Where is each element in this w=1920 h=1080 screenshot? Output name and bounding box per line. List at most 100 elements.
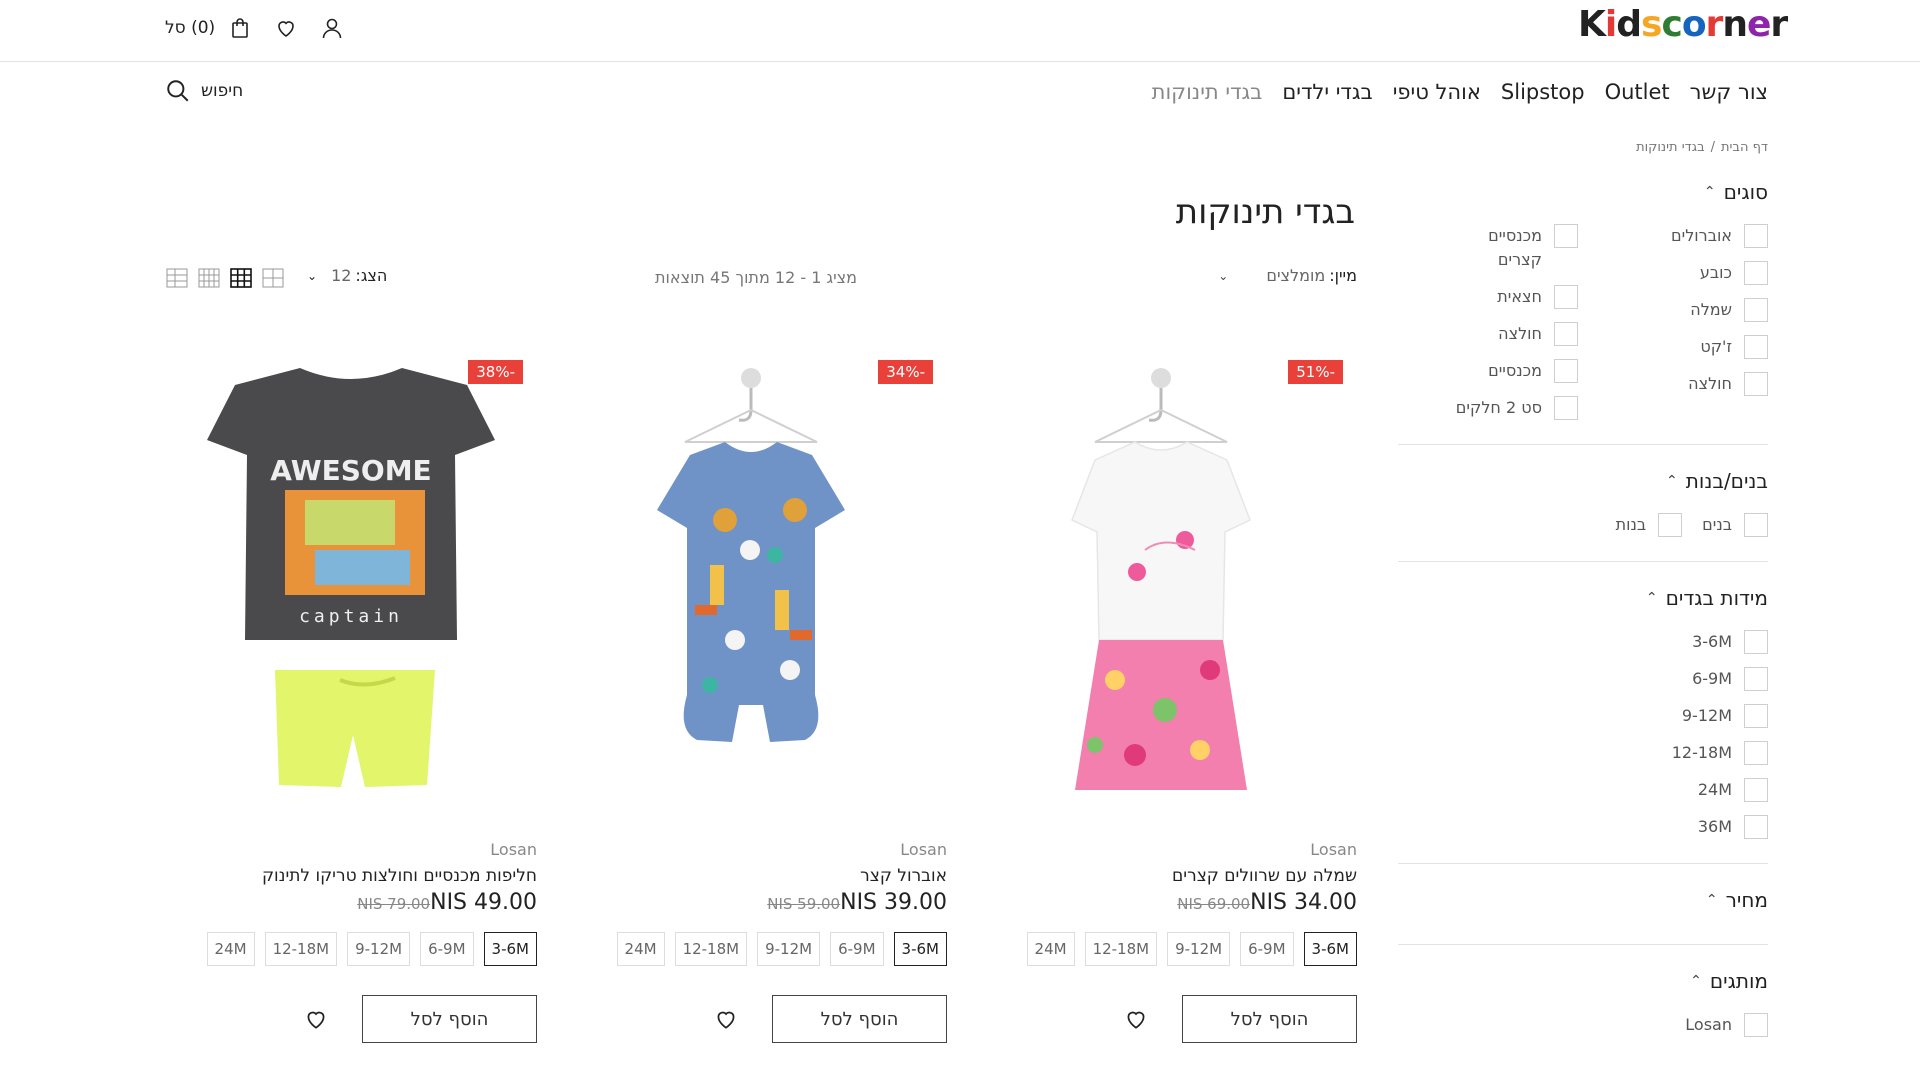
add-to-cart-button[interactable]: הוסף לסל [1182,995,1357,1043]
filter-option-label: 3-6M [1692,632,1732,651]
size-chip[interactable]: 24M [616,932,665,966]
filter-checkbox[interactable] [1744,741,1768,765]
filter-option[interactable]: אוברולים [1578,224,1768,248]
filter-option[interactable]: מכנסיים [1398,359,1578,383]
wishlist-heart-icon[interactable] [713,1006,739,1032]
filter-option[interactable]: 24M [1398,778,1768,802]
heart-icon[interactable] [269,11,303,45]
filter-option[interactable]: חולצה [1578,372,1768,396]
user-icon[interactable] [315,11,349,45]
product-name[interactable]: אוברול קצר [860,866,947,886]
product-image[interactable]: AWESOME captain 38%- [165,350,537,800]
filter-option[interactable]: חולצה [1398,322,1578,346]
size-chip[interactable]: 9-12M [1167,932,1231,966]
filter-option-label: אוברולים [1671,226,1732,245]
grid-list-view-icon[interactable] [165,266,189,290]
filter-option[interactable]: ז'קט [1578,335,1768,359]
filter-option[interactable]: חצאית [1398,285,1578,309]
filter-option[interactable]: 36M [1398,815,1768,839]
filter-option[interactable]: כובע [1578,261,1768,285]
filter-checkbox[interactable] [1554,322,1578,346]
kidscorner-logo[interactable]: Kidscorner [1578,4,1788,50]
filter-title-sizes[interactable]: מידות בגדים ⌃ [1398,586,1768,610]
filter-checkbox[interactable] [1744,224,1768,248]
filter-checkbox[interactable] [1744,298,1768,322]
filter-option[interactable]: בנים [1702,513,1768,537]
size-chip[interactable]: 6-9M [1240,932,1294,966]
product-image[interactable]: 51%- [985,350,1357,800]
filter-checkbox[interactable] [1658,513,1683,537]
filter-title-types[interactable]: סוגים ⌃ [1398,180,1768,204]
size-chip[interactable]: 3-6M [893,932,947,966]
product-brand[interactable]: Losan [900,840,947,859]
product-image[interactable]: 34%- [575,350,947,800]
filter-checkbox[interactable] [1554,396,1578,420]
filter-title-brands[interactable]: מותגים ⌃ [1398,969,1768,993]
size-chip[interactable]: 3-6M [483,932,537,966]
breadcrumb: דף הבית / בגדי תינוקות [1630,140,1768,155]
filter-sidebar: סוגים ⌃ אוברולים כובע שמלה ז'קט חולצה מכנסיים… [1398,180,1768,1080]
filter-checkbox[interactable] [1744,261,1768,285]
filter-checkbox[interactable] [1744,667,1768,691]
product-name[interactable]: חליפות מכנסיים וחולצות טריקו לתינוק [262,866,537,886]
filter-checkbox[interactable] [1744,815,1768,839]
filter-checkbox[interactable] [1744,704,1768,728]
filter-option[interactable]: סט 2 חלקים [1398,396,1578,420]
filter-option-label: בנות [1615,515,1647,534]
wishlist-heart-icon[interactable] [1123,1006,1149,1032]
search-button[interactable]: חיפוש [165,76,243,106]
filter-checkbox[interactable] [1744,513,1768,537]
filter-title-price[interactable]: מחיר ⌃ [1398,888,1768,912]
filter-checkbox[interactable] [1744,1013,1768,1037]
filter-checkbox[interactable] [1744,372,1768,396]
per-page-select[interactable]: הצג: 12 ⌄ [307,266,387,285]
filter-option[interactable]: שמלה [1578,298,1768,322]
filter-option[interactable]: 3-6M [1398,630,1768,654]
size-chip[interactable]: 12-18M [674,932,748,966]
grid-3-view-icon[interactable] [229,266,253,290]
size-chip[interactable]: 9-12M [757,932,821,966]
filter-title-gender[interactable]: בנים/בנות ⌃ [1398,469,1768,493]
size-chip[interactable]: 3-6M [1303,932,1357,966]
sort-select[interactable]: מיין: מומלצים ⌄ [1218,266,1357,285]
filter-option-label: כובע [1699,263,1732,282]
add-to-cart-button[interactable]: הוסף לסל [772,995,947,1043]
product-brand[interactable]: Losan [490,840,537,859]
size-chip[interactable]: 24M [1026,932,1075,966]
filter-checkbox[interactable] [1744,335,1768,359]
filter-checkbox[interactable] [1744,778,1768,802]
filter-checkbox[interactable] [1554,359,1578,383]
product-price: NIS 79.00NIS 49.00 [353,890,537,915]
nav-item-kids-clothes[interactable]: בגדי ילדים [1282,80,1372,104]
breadcrumb-home[interactable]: דף הבית [1721,140,1768,155]
filter-option[interactable]: בנות [1616,513,1683,537]
filter-checkbox[interactable] [1554,224,1578,248]
filter-checkbox[interactable] [1744,630,1768,654]
product-name[interactable]: שמלה עם שרוולים קצרים [1172,866,1357,886]
wishlist-heart-icon[interactable] [303,1006,329,1032]
filter-checkbox[interactable] [1554,285,1578,309]
size-chip[interactable]: 24M [206,932,255,966]
filter-option[interactable]: 9-12M [1398,704,1768,728]
size-chip[interactable]: 12-18M [264,932,338,966]
size-chip[interactable]: 9-12M [347,932,411,966]
filter-option-label: חצאית [1497,287,1542,306]
size-chip[interactable]: 12-18M [1084,932,1158,966]
bag-icon[interactable] [223,11,257,45]
size-chip[interactable]: 6-9M [420,932,474,966]
cart-link[interactable]: (0) סל [165,18,215,38]
product-brand[interactable]: Losan [1310,840,1357,859]
nav-item-contact[interactable]: צור קשר [1690,80,1768,104]
filter-option[interactable]: מכנסיים קצרים [1398,224,1578,272]
nav-item-outlet[interactable]: Outlet [1605,80,1670,104]
nav-item-slipstop[interactable]: Slipstop [1501,80,1585,104]
size-chip[interactable]: 6-9M [830,932,884,966]
grid-4-view-icon[interactable] [197,266,221,290]
filter-option[interactable]: 6-9M [1398,667,1768,691]
add-to-cart-button[interactable]: הוסף לסל [362,995,537,1043]
filter-option[interactable]: Losan [1398,1013,1768,1037]
nav-item-baby-clothes[interactable]: בגדי תינוקות [1152,80,1263,104]
grid-2-view-icon[interactable] [261,266,285,290]
filter-option[interactable]: 12-18M [1398,741,1768,765]
nav-item-teepee[interactable]: אוהל טיפי [1393,80,1481,104]
